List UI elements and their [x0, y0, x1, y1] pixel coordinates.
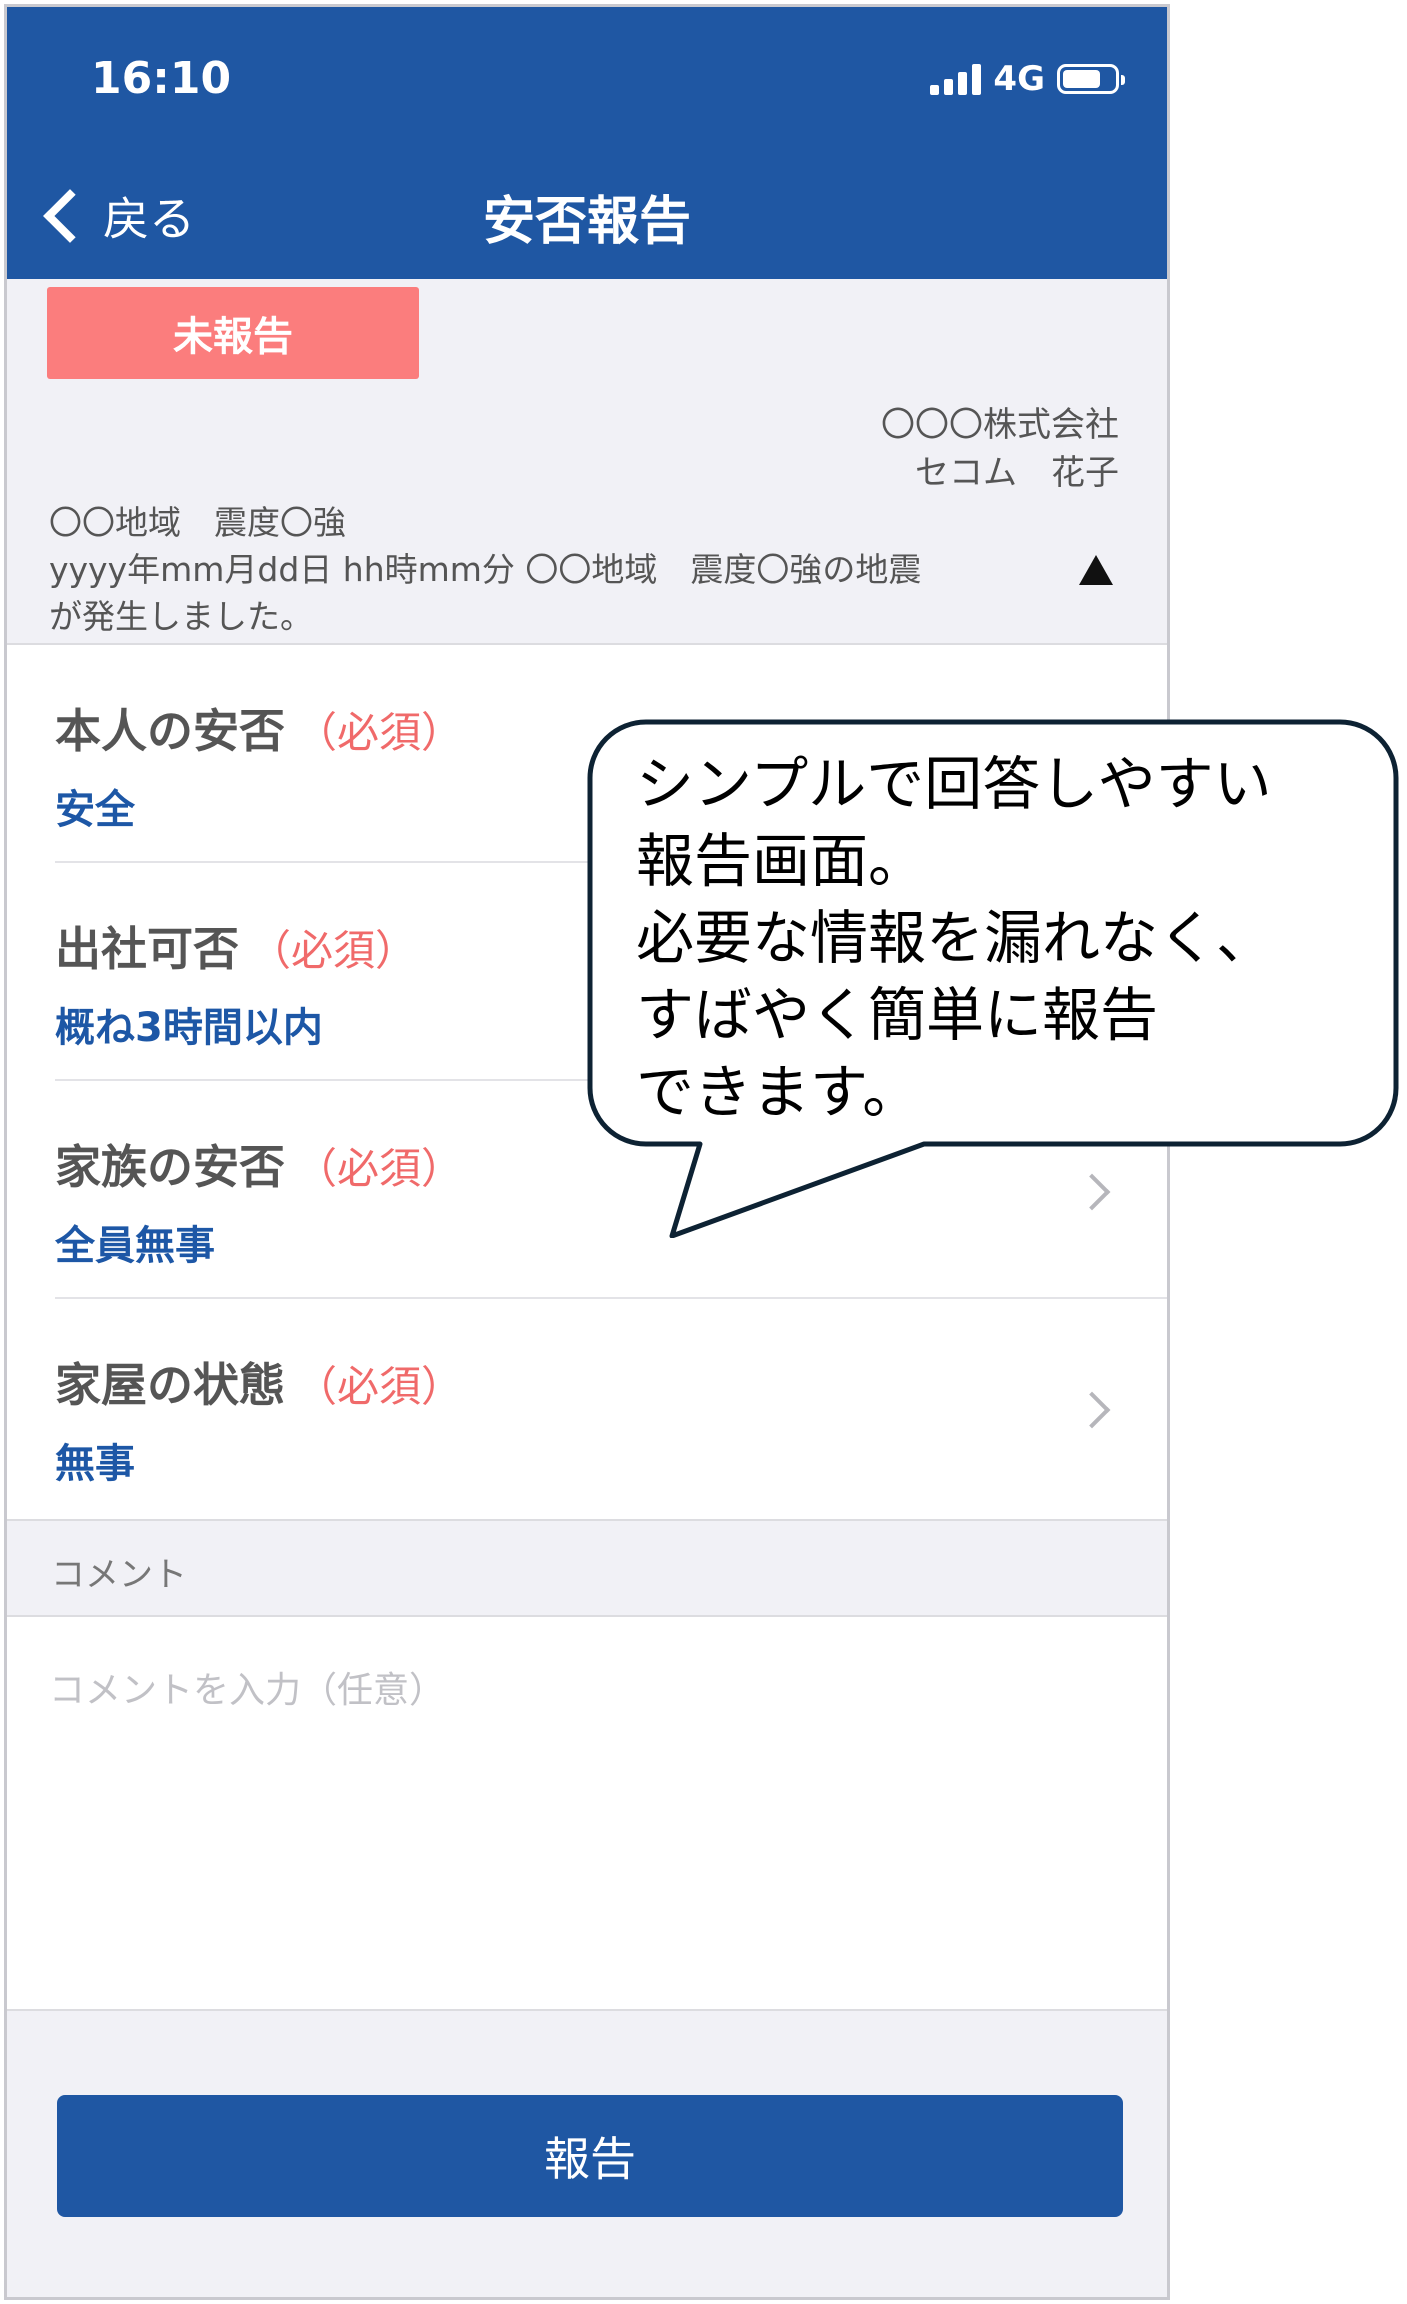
battery-level-fill [1063, 70, 1100, 88]
report-button[interactable]: 報告 [57, 2095, 1123, 2217]
item-value: 全員無事 [55, 1223, 215, 1269]
item-title: 本人の安否 （必須） [55, 704, 464, 758]
chevron-right-icon [1073, 1391, 1111, 1429]
status-time: 16:10 [91, 53, 232, 104]
item-value: 概ね3時間以内 [55, 1005, 323, 1051]
required-label: （必須） [295, 1144, 464, 1193]
comment-label: コメント [51, 1555, 187, 1595]
item-title: 家屋の状態 （必須） [55, 1358, 464, 1412]
company-name: 〇〇〇株式会社 [881, 405, 1119, 445]
notice-line: 〇〇地域 震度〇強 [49, 503, 346, 542]
callout-line: できます。 [636, 1058, 921, 1126]
user-name: セコム 花子 [915, 453, 1119, 493]
collapse-triangle-icon[interactable] [1079, 555, 1113, 585]
callout-line: すばやく簡単に報告 [636, 981, 1159, 1049]
callout-line: 報告画面。 [636, 827, 927, 895]
page-title: 安否報告 [482, 192, 691, 252]
comment-section-header: コメント [7, 1519, 1167, 1615]
callout-text: シンプルで回答しやすい 報告画面。 必要な情報を漏れなく、 すばやく簡単に報告 … [636, 746, 1376, 1131]
item-value: 無事 [55, 1441, 135, 1487]
status-badge: 未報告 [47, 287, 419, 379]
required-label: （必須） [295, 708, 464, 757]
disaster-notice: 〇〇地域 震度〇強 yyyy年mm月dd日 hh時mm分 〇〇地域 震度〇強の地… [49, 499, 1069, 640]
cellular-signal-icon [930, 63, 982, 95]
list-item-house-status[interactable]: 家屋の状態 （必須） 無事 [7, 1299, 1167, 1517]
speech-callout: シンプルで回答しやすい 報告画面。 必要な情報を漏れなく、 すばやく簡単に報告 … [586, 718, 1404, 1238]
sender-info: 〇〇〇株式会社 セコム 花子 [881, 401, 1119, 497]
battery-icon [1057, 64, 1125, 94]
status-indicators: 4G [930, 59, 1125, 99]
callout-line: 必要な情報を漏れなく、 [636, 904, 1275, 972]
required-label: （必須） [249, 926, 418, 975]
callout-line: シンプルで回答しやすい [636, 750, 1272, 818]
item-title: 家族の安否 （必須） [55, 1140, 464, 1194]
comment-input[interactable] [7, 1615, 1167, 2011]
required-label: （必須） [295, 1362, 464, 1411]
notice-line: が発生しました。 [49, 597, 313, 636]
network-type: 4G [993, 59, 1045, 99]
notice-line: yyyy年mm月dd日 hh時mm分 〇〇地域 震度〇強の地震 [49, 550, 922, 589]
top-bar: 16:10 4G 戻る 安否報告 [7, 7, 1167, 279]
item-title: 出社可否 （必須） [55, 922, 418, 976]
item-value: 安全 [55, 787, 135, 833]
